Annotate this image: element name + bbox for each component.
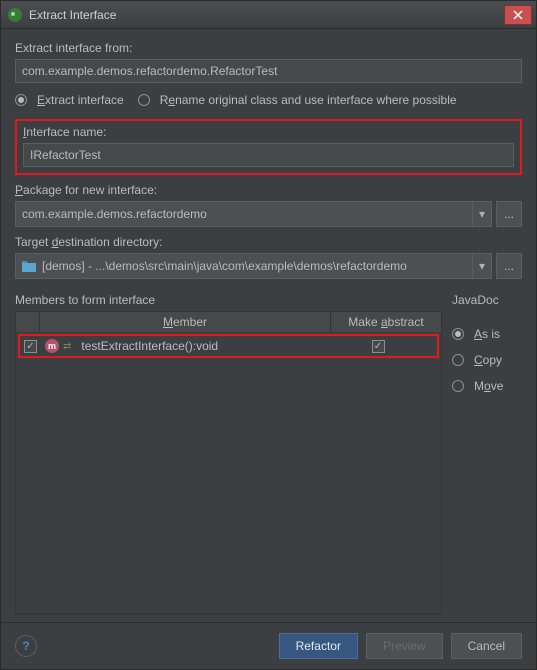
- mode-extract-label: Extract interface: [37, 93, 124, 107]
- member-row[interactable]: ✓ m ⇄ testExtractInterface():void ✓: [18, 334, 439, 358]
- destination-label: Target destination directory:: [15, 235, 522, 249]
- radio-icon: [452, 354, 464, 366]
- javadoc-move-option[interactable]: Move: [452, 379, 522, 393]
- titlebar: Extract Interface: [1, 1, 536, 29]
- javadoc-move-label: Move: [474, 379, 503, 393]
- member-name: testExtractInterface():void: [81, 339, 323, 353]
- mode-row: Extract interface Rename original class …: [15, 93, 522, 107]
- javadoc-copy-label: Copy: [474, 353, 502, 367]
- radio-icon: [15, 94, 27, 106]
- chevron-down-icon: ▾: [472, 254, 485, 278]
- interface-name-label: Interface name:: [23, 125, 514, 139]
- destination-combo[interactable]: [demos] - ...\demos\src\main\java\com\ex…: [15, 253, 492, 279]
- destination-section: Target destination directory: [demos] - …: [15, 235, 522, 279]
- chevron-down-icon: ▾: [472, 202, 485, 226]
- package-label: Package for new interface:: [15, 183, 522, 197]
- mode-rename-label: Rename original class and use interface …: [160, 93, 457, 107]
- dialog-content: Extract interface from: Extract interfac…: [1, 29, 536, 622]
- close-button[interactable]: [504, 5, 532, 25]
- abstract-checkbox[interactable]: ✓: [372, 340, 385, 353]
- mode-extract-option[interactable]: Extract interface: [15, 93, 124, 107]
- javadoc-asis-option[interactable]: As is: [452, 327, 522, 341]
- package-browse-button[interactable]: ...: [496, 201, 522, 227]
- radio-icon: [452, 380, 464, 392]
- method-icon: m: [45, 339, 59, 353]
- members-left: Members to form interface Member Make ab…: [15, 293, 442, 614]
- radio-icon: [452, 328, 464, 340]
- th-abstract: Make abstract: [331, 312, 441, 332]
- package-combo[interactable]: com.example.demos.refactordemo ▾: [15, 201, 492, 227]
- mode-rename-option[interactable]: Rename original class and use interface …: [138, 93, 457, 107]
- th-member: Member: [40, 312, 331, 332]
- dialog-title: Extract Interface: [29, 8, 504, 22]
- javadoc-copy-option[interactable]: Copy: [452, 353, 522, 367]
- destination-browse-button[interactable]: ...: [496, 253, 522, 279]
- package-value: com.example.demos.refactordemo: [22, 207, 207, 221]
- dialog-footer: ? Refactor Preview Cancel: [1, 622, 536, 669]
- refactor-button[interactable]: Refactor: [279, 633, 358, 659]
- interface-name-input[interactable]: [23, 143, 514, 167]
- extract-from-input[interactable]: [15, 59, 522, 83]
- members-table: Member Make abstract ✓ m ⇄ testExtractIn…: [15, 311, 442, 614]
- destination-value: [demos] - ...\demos\src\main\java\com\ex…: [42, 259, 407, 273]
- radio-icon: [138, 94, 150, 106]
- dialog-window: Extract Interface Extract interface from…: [0, 0, 537, 670]
- help-button[interactable]: ?: [15, 635, 37, 657]
- javadoc-asis-label: As is: [474, 327, 500, 341]
- interface-name-section: Interface name:: [15, 119, 522, 175]
- cancel-button[interactable]: Cancel: [451, 633, 522, 659]
- th-check: [16, 312, 40, 332]
- preview-button: Preview: [366, 633, 443, 659]
- members-area: Members to form interface Member Make ab…: [15, 293, 522, 614]
- folder-icon: [22, 261, 36, 272]
- members-title: Members to form interface: [15, 293, 442, 307]
- close-icon: [513, 10, 523, 20]
- abstract-cell: ✓: [323, 340, 433, 353]
- members-header: Member Make abstract: [16, 312, 441, 332]
- javadoc-title: JavaDoc: [452, 293, 522, 307]
- return-type-icon: ⇄: [63, 341, 71, 352]
- extract-from-label: Extract interface from:: [15, 41, 522, 55]
- member-checkbox[interactable]: ✓: [24, 340, 37, 353]
- javadoc-panel: JavaDoc As is Copy Move: [452, 293, 522, 614]
- package-section: Package for new interface: com.example.d…: [15, 183, 522, 227]
- app-icon: [7, 7, 23, 23]
